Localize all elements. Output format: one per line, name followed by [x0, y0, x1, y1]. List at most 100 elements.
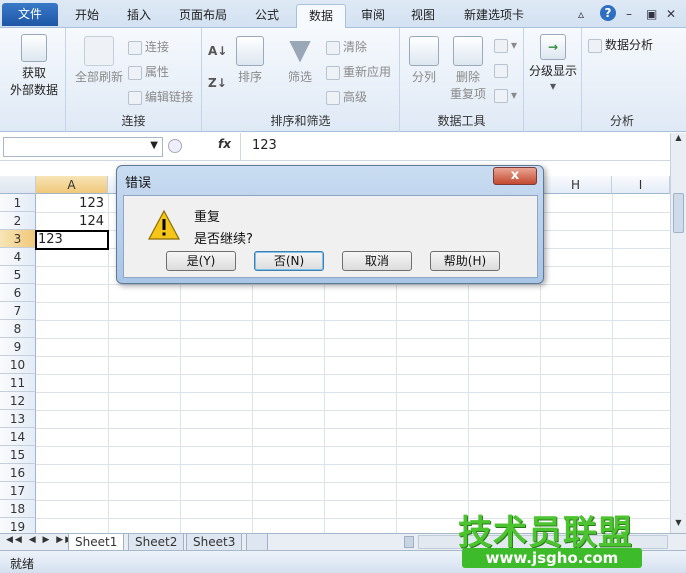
row-header-7[interactable]: 7	[0, 302, 36, 320]
tab-new-tab[interactable]: 新建选项卡	[454, 4, 534, 28]
tab-split-handle[interactable]	[404, 536, 414, 548]
row-header-10[interactable]: 10	[0, 356, 36, 374]
vertical-scroll-thumb[interactable]	[673, 193, 684, 233]
formula-input[interactable]: 123	[252, 138, 277, 153]
tab-formulas[interactable]: 公式	[244, 4, 290, 28]
text-to-columns-button[interactable]: 分列	[406, 36, 442, 85]
window-close-icon[interactable]: ✕	[666, 7, 676, 21]
tab-page-layout[interactable]: 页面布局	[170, 4, 236, 28]
window-restore-icon[interactable]: ▣	[646, 7, 657, 21]
sheet-tab-sheet2[interactable]: Sheet2	[128, 534, 185, 551]
column-header-h[interactable]: H	[540, 176, 612, 194]
grid-line	[36, 428, 670, 429]
watermark-logo: 技术员联盟	[458, 513, 633, 553]
insert-function-icon[interactable]: fx	[218, 137, 231, 151]
reapply-button[interactable]: 重新应用	[326, 63, 391, 80]
remove-duplicates-icon	[453, 36, 483, 66]
grid-line	[36, 338, 670, 339]
yes-button[interactable]: 是(Y)	[166, 251, 236, 271]
tab-file[interactable]: 文件	[2, 3, 58, 26]
grid-line	[36, 500, 670, 501]
connections-button[interactable]: 连接	[128, 38, 169, 55]
row-header-6[interactable]: 6	[0, 284, 36, 302]
data-validation-button[interactable]: ▾	[494, 38, 517, 53]
row-header-8[interactable]: 8	[0, 320, 36, 338]
grid-line	[36, 284, 670, 285]
row-header-1[interactable]: 1	[0, 194, 36, 212]
row-header-12[interactable]: 12	[0, 392, 36, 410]
row-header-5[interactable]: 5	[0, 266, 36, 284]
row-header-17[interactable]: 17	[0, 482, 36, 500]
scroll-up-icon[interactable]: ▲	[672, 133, 685, 147]
row-header-15[interactable]: 15	[0, 446, 36, 464]
row-header-9[interactable]: 9	[0, 338, 36, 356]
insert-sheet-icon[interactable]	[246, 534, 268, 551]
get-external-data-button[interactable]: 获取 外部数据	[8, 34, 60, 98]
formula-expand-icon[interactable]	[168, 139, 182, 153]
outline-button[interactable]: → 分级显示 ▾	[526, 34, 580, 93]
consolidate-button[interactable]	[494, 63, 511, 78]
help-icon[interactable]: ?	[600, 5, 616, 21]
tab-data[interactable]: 数据	[296, 4, 346, 29]
no-button[interactable]: 否(N)	[254, 251, 324, 271]
dropdown-arrow-icon: ▾	[549, 79, 557, 93]
advanced-button[interactable]: 高级	[326, 88, 367, 105]
select-all-corner[interactable]	[0, 176, 36, 194]
formula-bar: ▼ fx 123	[0, 133, 686, 161]
grid-line	[36, 482, 670, 483]
reapply-icon	[326, 65, 340, 80]
clear-button[interactable]: 清除	[326, 38, 367, 55]
tab-review[interactable]: 审阅	[352, 4, 394, 28]
edit-links-button[interactable]: 编辑链接	[128, 88, 193, 105]
filter-funnel-icon: ▼	[289, 33, 311, 66]
name-box-dropdown-icon[interactable]: ▼	[150, 140, 158, 151]
dialog-title: 错误	[125, 176, 152, 191]
cancel-button[interactable]: 取消	[342, 251, 412, 271]
row-header-18[interactable]: 18	[0, 500, 36, 518]
tab-insert[interactable]: 插入	[118, 4, 160, 28]
tab-view[interactable]: 视图	[402, 4, 444, 28]
group-connections: 全部刷新 连接 属性 编辑链接 连接	[66, 28, 202, 132]
sheet-tab-sheet3[interactable]: Sheet3	[186, 534, 243, 551]
properties-button[interactable]: 属性	[128, 63, 169, 80]
grid-line	[36, 320, 670, 321]
row-header-2[interactable]: 2	[0, 212, 36, 230]
sheet-nav-arrows-icon[interactable]: ◀◀ ◀ ▶ ▶▶	[6, 535, 74, 545]
error-dialog: 错误 x 重复 是否继续? 是(Y) 否(N) 取消 帮助(H)	[116, 165, 544, 284]
clear-icon	[326, 40, 340, 55]
data-analysis-button[interactable]: 数据分析	[588, 36, 653, 53]
refresh-all-button[interactable]: 全部刷新	[70, 36, 128, 85]
row-header-3[interactable]: 3	[0, 230, 36, 248]
scroll-down-icon[interactable]: ▼	[672, 518, 685, 532]
row-header-14[interactable]: 14	[0, 428, 36, 446]
remove-duplicates-button[interactable]: 删除 重复项	[446, 36, 490, 102]
window-minimize-icon[interactable]: –	[626, 7, 632, 21]
sort-button[interactable]: 排序	[232, 36, 268, 85]
help-button[interactable]: 帮助(H)	[430, 251, 500, 271]
what-if-icon	[494, 88, 508, 103]
minimize-ribbon-icon[interactable]: ▵	[578, 7, 584, 21]
name-box[interactable]: ▼	[3, 137, 163, 157]
what-if-button[interactable]: ▾	[494, 88, 517, 103]
properties-icon	[128, 65, 142, 80]
tab-home[interactable]: 开始	[66, 4, 108, 28]
vertical-scrollbar[interactable]: ▲ ▼	[670, 133, 686, 533]
group-sort-filter: A↓ Z↓ 排序 ▼ 筛选 清除 重新应用 高级 排序和筛选	[202, 28, 400, 132]
column-header-i[interactable]: I	[612, 176, 670, 194]
sort-icon	[236, 36, 264, 66]
advanced-filter-icon	[326, 90, 340, 105]
dialog-close-button[interactable]: x	[493, 167, 537, 185]
row-header-4[interactable]: 4	[0, 248, 36, 266]
row-header-16[interactable]: 16	[0, 464, 36, 482]
grid-line	[36, 356, 670, 357]
grid-line	[36, 410, 670, 411]
row-header-13[interactable]: 13	[0, 410, 36, 428]
sort-az-icon[interactable]: A↓	[208, 44, 227, 58]
sheet-tab-sheet1[interactable]: Sheet1	[68, 534, 125, 551]
filter-button[interactable]: ▼ 筛选	[280, 36, 320, 85]
cell-a1[interactable]: 123	[40, 195, 104, 213]
row-header-11[interactable]: 11	[0, 374, 36, 392]
sort-za-icon[interactable]: Z↓	[208, 76, 227, 90]
column-header-a[interactable]: A	[36, 176, 108, 194]
cell-a2[interactable]: 124	[40, 213, 104, 231]
